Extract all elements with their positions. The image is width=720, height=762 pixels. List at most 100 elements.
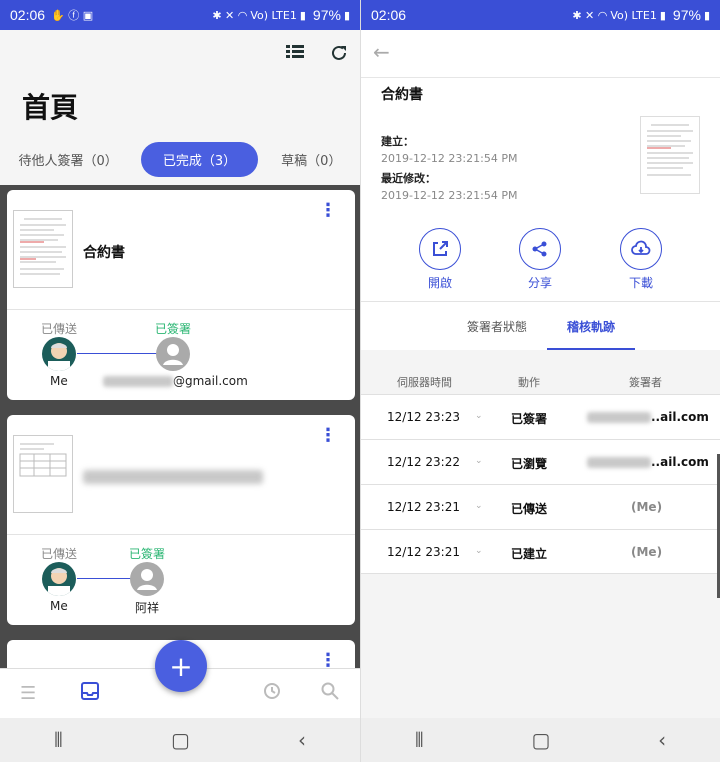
signer-name: 阿祥 xyxy=(135,601,160,615)
table-row[interactable]: 12/12 23:23 ⌄ 已簽署 ..ail.com xyxy=(361,394,720,439)
status-bar: 02:06 ✋ ⓕ ▣ ✱ ✕ ◠ Vo) LTE1 ▮ 97% ▮ xyxy=(0,0,360,30)
share-icon xyxy=(532,241,547,257)
chevron-down-icon: ⌄ xyxy=(475,501,483,511)
status-time: 02:06 xyxy=(371,7,407,23)
system-icons: ✱ ✕ ◠ Vo) LTE1 ▮ 97% ▮ xyxy=(212,7,350,23)
column-header-action: 動作 xyxy=(518,376,540,389)
flow-line xyxy=(77,353,157,354)
chevron-down-icon: ⌄ xyxy=(475,456,483,466)
row-time: 12/12 23:21 xyxy=(387,545,460,559)
detail-tabs: 簽署者狀態 稽核軌跡 xyxy=(361,302,720,350)
download-label: 下載 xyxy=(628,276,653,290)
row-signer: ..ail.com xyxy=(587,455,709,469)
row-signer: ..ail.com xyxy=(587,410,709,424)
battery-percent: 97% xyxy=(672,7,701,23)
inbox-icon[interactable] xyxy=(80,681,100,705)
recent-apps-icon[interactable]: ⦀ xyxy=(54,728,63,752)
cloud-download-icon xyxy=(631,240,651,255)
modified-value: 2019-12-12 23:21:54 PM xyxy=(381,189,518,202)
tab-signer-status[interactable]: 簽署者狀態 xyxy=(467,318,527,335)
home-icon[interactable]: ▢ xyxy=(531,728,550,752)
status-bar: 02:06 ✱ ✕ ◠ Vo) LTE1 ▮ 97% ▮ xyxy=(361,0,720,30)
created-label: 建立： xyxy=(381,135,414,148)
row-action: 已傳送 xyxy=(511,502,548,516)
tab-audit-trail[interactable]: 稽核軌跡 xyxy=(567,318,615,335)
search-icon[interactable] xyxy=(320,681,340,705)
row-action: 已建立 xyxy=(511,547,548,561)
modified-label: 最近修改： xyxy=(381,172,436,185)
document-card[interactable]: ⋮ 已傳送 已簽署 Me 阿祥 xyxy=(7,415,355,625)
system-back-icon[interactable]: ‹ xyxy=(298,728,306,752)
more-options-icon[interactable]: ⋮ xyxy=(319,425,337,446)
home-screen: 02:06 ✋ ⓕ ▣ ✱ ✕ ◠ Vo) LTE1 ▮ 97% ▮ 首頁 待他… xyxy=(0,0,360,762)
system-icons: ✱ ✕ ◠ Vo) LTE1 ▮ 97% ▮ xyxy=(572,7,710,23)
notification-icons: ✋ ⓕ ▣ xyxy=(51,9,94,22)
audit-trail-table: 伺服器時間 動作 簽署者 12/12 23:23 ⌄ 已簽署 ..ail.com… xyxy=(361,350,720,718)
sender-avatar xyxy=(42,337,76,371)
home-header: 首頁 待他人簽署（0） 已完成（3） 草稿（0） xyxy=(0,30,360,185)
sender-name: Me xyxy=(50,599,68,613)
row-action: 已簽署 xyxy=(511,412,548,426)
system-back-icon[interactable]: ‹ xyxy=(658,728,666,752)
table-row[interactable]: 12/12 23:22 ⌄ 已瀏覽 ..ail.com xyxy=(361,439,720,484)
open-external-icon xyxy=(433,241,448,256)
open-label: 開啟 xyxy=(427,276,452,290)
document-thumbnail[interactable] xyxy=(640,116,700,194)
list-view-icon[interactable] xyxy=(286,44,304,66)
back-arrow-icon[interactable]: ← xyxy=(373,40,390,64)
document-card[interactable]: 合約書 ⋮ 已傳送 已簽署 Me @gmail.com xyxy=(7,190,355,400)
menu-icon[interactable]: ☰ xyxy=(20,683,36,704)
signer-avatar xyxy=(156,337,190,371)
more-options-icon[interactable]: ⋮ xyxy=(319,200,337,221)
share-label: 分享 xyxy=(527,276,552,290)
refresh-icon[interactable] xyxy=(330,44,348,66)
page-title: 首頁 xyxy=(22,91,79,124)
row-action: 已瀏覽 xyxy=(511,457,548,471)
chevron-down-icon: ⌄ xyxy=(475,546,483,556)
document-thumbnail xyxy=(13,210,73,288)
system-nav-bar: ⦀ ▢ ‹ xyxy=(361,718,720,762)
created-meta: 建立： 2019-12-12 23:21:54 PM xyxy=(381,133,517,165)
tab-awaiting-others[interactable]: 待他人簽署（0） xyxy=(5,142,132,177)
document-list: 合約書 ⋮ 已傳送 已簽署 Me @gmail.com ⋮ 已傳送 已簽署 Me… xyxy=(0,185,360,718)
signer-email: @gmail.com xyxy=(103,374,248,388)
sent-status-label: 已傳送 xyxy=(41,547,78,561)
sent-status-label: 已傳送 xyxy=(41,322,78,336)
signal-text: Vo) LTE1 xyxy=(610,8,657,22)
history-icon[interactable] xyxy=(262,681,282,705)
signed-status-label: 已簽署 xyxy=(129,547,166,561)
create-document-button[interactable]: + xyxy=(155,640,207,692)
signed-status-label: 已簽署 xyxy=(155,322,192,336)
row-time: 12/12 23:21 xyxy=(387,500,460,514)
document-detail-screen: 02:06 ✱ ✕ ◠ Vo) LTE1 ▮ 97% ▮ ← 合約書 建立： 2… xyxy=(360,0,720,762)
card-divider xyxy=(7,309,355,310)
created-value: 2019-12-12 23:21:54 PM xyxy=(381,152,518,165)
row-time: 12/12 23:23 xyxy=(387,410,460,424)
column-header-time: 伺服器時間 xyxy=(397,376,452,389)
detail-header: ← xyxy=(361,30,720,78)
flow-line xyxy=(77,578,131,579)
tab-drafts[interactable]: 草稿（0） xyxy=(267,142,355,177)
recent-apps-icon[interactable]: ⦀ xyxy=(415,728,424,752)
system-nav-bar: ⦀ ▢ ‹ xyxy=(0,718,360,762)
share-button[interactable] xyxy=(519,228,561,270)
fab-plus: + xyxy=(169,649,193,683)
tab-completed[interactable]: 已完成（3） xyxy=(140,142,259,177)
download-button[interactable] xyxy=(620,228,662,270)
chevron-down-icon: ⌄ xyxy=(475,411,483,421)
row-signer: (Me) xyxy=(631,545,663,559)
home-icon[interactable]: ▢ xyxy=(171,728,190,752)
status-tabs: 待他人簽署（0） 已完成（3） 草稿（0） xyxy=(0,142,360,177)
table-row[interactable]: 12/12 23:21 ⌄ 已建立 (Me) xyxy=(361,529,720,574)
document-title-redacted xyxy=(83,470,263,484)
column-header-signer: 簽署者 xyxy=(629,376,662,389)
status-time: 02:06 xyxy=(10,7,46,23)
open-button[interactable] xyxy=(419,228,461,270)
battery-percent: 97% xyxy=(312,7,341,23)
signer-avatar xyxy=(130,562,164,596)
modified-meta: 最近修改： 2019-12-12 23:21:54 PM xyxy=(381,170,517,202)
sender-avatar xyxy=(42,562,76,596)
document-title: 合約書 xyxy=(381,87,423,103)
row-signer: (Me) xyxy=(631,500,663,514)
table-row[interactable]: 12/12 23:21 ⌄ 已傳送 (Me) xyxy=(361,484,720,529)
